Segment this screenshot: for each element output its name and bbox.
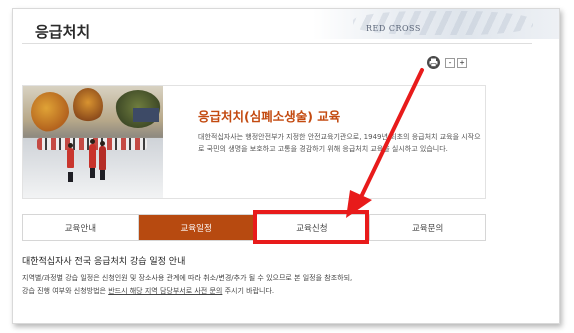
schedule-notice-line-1: 지역별/과정별 강습 일정은 신청인원 및 장소사용 관계에 따라 취소/변경/… [22,274,353,282]
zoom-out-button[interactable]: - [445,57,455,68]
page-tools: - + [427,56,467,69]
education-heading: 응급처치(심폐소생술) 교육 [198,109,341,124]
print-icon[interactable] [427,56,440,69]
apply-tab-highlight-box [253,210,369,244]
header-banner-decoration [313,9,559,39]
tab-education-info[interactable]: 교육안내 [23,215,139,240]
tab-education-schedule[interactable]: 교육일정 [138,215,255,240]
schedule-notice-line-2: 강습 진행 여부와 신청방법은 반드시 해당 지역 담당부서로 사전 문의 주시… [22,287,275,295]
page-title: 응급처치 [35,23,91,41]
inquiry-emphasis: 반드시 해당 지역 담당부서로 사전 문의 [108,287,223,295]
education-intro-box: 응급처치(심폐소생술) 교육 대한적십자사는 행정안전부가 지정한 안전교육기관… [22,85,486,199]
schedule-section-title: 대한적십자사 전국 응급처치 강습 일정 안내 [22,257,186,267]
cpr-training-photo [23,86,163,198]
education-description: 대한적십자사는 행정안전부가 지정한 안전교육기관으로, 1949년 최초의 응… [198,133,481,153]
title-divider [22,43,532,44]
zoom-in-button[interactable]: + [457,57,467,68]
brand-text: RED CROSS [366,24,421,33]
tab-education-inquiry[interactable]: 교육문의 [370,215,485,240]
schedule-notice: 지역별/과정별 강습 일정은 신청인원 및 장소사용 관계에 따라 취소/변경/… [22,272,522,298]
